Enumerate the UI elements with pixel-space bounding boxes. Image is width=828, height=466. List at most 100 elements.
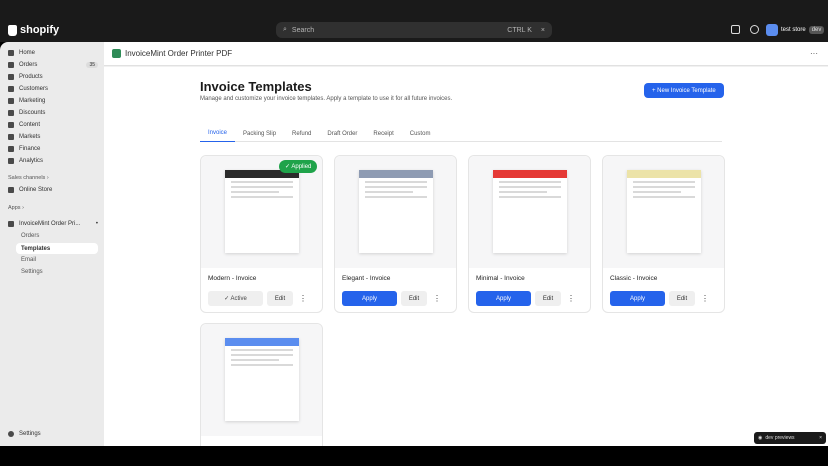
close-icon[interactable]: × [541,27,545,34]
edit-button[interactable]: Edit [401,291,427,306]
chevron-right-icon: › [46,175,49,181]
new-template-button[interactable]: + New Invoice Template [644,83,724,98]
sidebar-item-settings[interactable]: Settings [8,431,98,437]
section-label: Apps [8,205,21,211]
app-title-bar: InvoiceMint Order Printer PDF ··· [104,42,828,66]
sidebar-item-label: Orders [19,62,38,68]
orders-count-badge: 35 [86,62,98,68]
orders-icon [8,62,14,68]
subnav-templates[interactable]: Templates [16,243,98,254]
sidebar-item-marketing[interactable]: Marketing [8,98,98,104]
template-card-modern: ✓ Applied Modern - Invoice ✓ Active Edit… [200,155,323,313]
sidebar-item-label: Markets [19,134,41,140]
sidebar: Home Orders 35 Products Customers Marketi… [0,42,104,446]
sidebar-item-products[interactable]: Products [8,74,98,80]
avatar [766,24,778,36]
sidebar-item-markets[interactable]: Markets [8,134,98,140]
content-icon [8,122,14,128]
inbox-icon[interactable] [731,25,740,34]
apply-button[interactable]: Apply [610,291,665,306]
search-shortcut: CTRL K [507,26,532,34]
sidebar-item-orders[interactable]: Orders 35 [8,62,98,68]
discount-icon [8,110,14,116]
apply-button[interactable]: Apply [342,291,397,306]
sidebar-item-finance[interactable]: Finance [8,146,98,152]
app-icon [8,221,14,227]
kebab-menu-icon[interactable]: ⋮ [297,291,309,306]
bell-icon[interactable] [750,25,759,34]
tag-icon [8,74,14,80]
sidebar-item-label: InvoiceMint Order Pri... [19,221,81,227]
subnav-email[interactable]: Email [21,257,36,263]
app-content: Invoice Templates Manage and customize y… [104,67,828,446]
header-band [225,338,299,346]
app-icon [112,49,121,58]
sidebar-item-label: Analytics [19,158,44,164]
tab-receipt[interactable]: Receipt [365,125,401,142]
sidebar-item-online-store[interactable]: Online Store [8,187,98,193]
sidebar-item-customers[interactable]: Customers [8,86,98,92]
dev-previews-bar[interactable]: ◉ dev previews × [754,432,826,444]
sidebar-item-home[interactable]: Home [8,50,98,56]
sidebar-item-content[interactable]: Content [8,122,98,128]
store-name: test store [781,27,806,33]
store-badge: dev [808,26,825,34]
subnav-settings[interactable]: Settings [21,269,43,275]
tab-packing-slip[interactable]: Packing Slip [235,125,284,142]
gear-icon [8,431,14,437]
edit-button[interactable]: Edit [535,291,561,306]
store-menu[interactable]: test store dev [766,24,825,36]
brand-text: shopify [20,24,60,36]
edit-button[interactable]: Edit [267,291,293,306]
invoice-thumbnail [493,170,567,253]
sidebar-item-label: Content [19,122,41,128]
template-name: Modern - Invoice [208,275,257,282]
chevron-right-icon: › [22,205,24,211]
kebab-menu-icon[interactable]: ⋮ [565,291,577,306]
sidebar-item-label: Online Store [19,187,53,193]
sidebar-item-label: Customers [19,86,49,92]
search-placeholder: Search [291,26,315,34]
header-band [493,170,567,178]
template-preview[interactable] [201,324,322,436]
active-button[interactable]: ✓ Active [208,291,263,306]
search-input[interactable]: ⌕ Search CTRL K × [276,22,552,38]
header-band [627,170,701,178]
invoice-thumbnail [627,170,701,253]
subnav-orders[interactable]: Orders [21,233,39,239]
template-name: Minimal - Invoice [476,275,525,282]
home-icon [8,50,14,56]
edit-button[interactable]: Edit [669,291,695,306]
template-preview[interactable] [603,156,724,268]
sales-channels-heading[interactable]: Sales channels › [8,175,49,181]
store-icon [8,187,14,193]
template-tabs: Invoice Packing Slip Refund Draft Order … [200,125,722,142]
search-icon: ⌕ [283,26,287,33]
close-icon[interactable]: × [819,435,822,441]
sidebar-item-label: Home [19,50,36,56]
header-band [359,170,433,178]
more-options-icon[interactable]: ··· [810,49,818,58]
kebab-menu-icon[interactable]: ⋮ [431,291,443,306]
sidebar-item-label: Finance [19,146,41,152]
invoice-thumbnail [225,170,299,253]
tab-refund[interactable]: Refund [284,125,319,142]
tab-custom[interactable]: Custom [402,125,439,142]
template-card-partial [200,323,323,446]
person-icon [8,86,14,92]
template-card-elegant: Elegant - Invoice Apply Edit ⋮ [334,155,457,313]
shopify-logo[interactable]: shopify [8,24,59,36]
invoice-thumbnail [359,170,433,253]
dev-previews-label: dev previews [765,435,795,441]
apps-heading[interactable]: Apps › [8,205,24,211]
apply-button[interactable]: Apply [476,291,531,306]
kebab-menu-icon[interactable]: ⋮ [699,291,711,306]
sidebar-item-analytics[interactable]: Analytics [8,158,98,164]
pin-icon[interactable]: • [96,221,98,227]
sidebar-item-discounts[interactable]: Discounts [8,110,98,116]
template-preview[interactable] [469,156,590,268]
tab-invoice[interactable]: Invoice [200,125,236,142]
template-preview[interactable] [335,156,456,268]
sidebar-item-invoicemint[interactable]: InvoiceMint Order Pri... • [8,221,98,227]
tab-draft-order[interactable]: Draft Order [319,125,365,142]
